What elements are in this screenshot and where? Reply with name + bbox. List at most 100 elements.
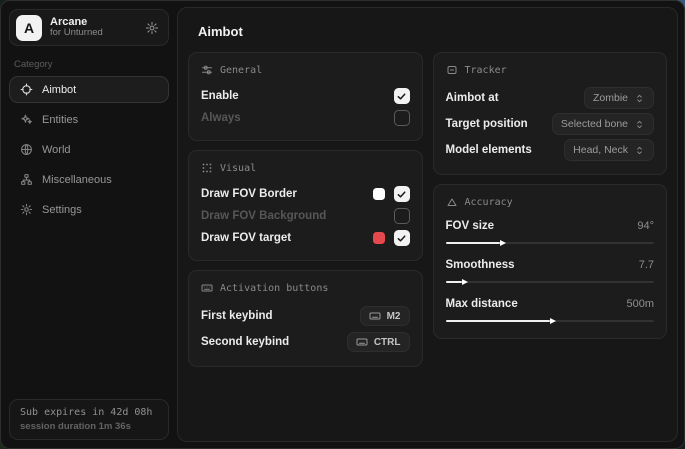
- target-position-select[interactable]: Selected bone: [552, 113, 654, 135]
- general-card: General Enable Always: [188, 52, 423, 141]
- aimbot-at-select[interactable]: Zombie: [584, 87, 654, 109]
- fov-border-checkbox[interactable]: [394, 186, 410, 202]
- category-label: Category: [14, 59, 164, 70]
- always-checkbox[interactable]: [394, 110, 410, 126]
- tracker-card: Tracker Aimbot at Zombie Target position: [433, 52, 668, 175]
- setting-label: Enable: [201, 90, 394, 102]
- setting-row-fov-background: Draw FOV Background: [201, 205, 410, 227]
- max-distance-slider[interactable]: [446, 317, 655, 325]
- slider-fill: [446, 281, 463, 283]
- keyboard-icon: [356, 336, 368, 348]
- sidebar-item-label: World: [42, 144, 71, 156]
- setting-label: Draw FOV target: [201, 232, 373, 244]
- fov-target-color-swatch[interactable]: [373, 232, 385, 244]
- setting-row-first-keybind: First keybind M2: [201, 303, 410, 329]
- activation-card: Activation buttons First keybind M2 Seco…: [188, 270, 423, 367]
- keyboard-icon: [201, 282, 213, 294]
- setting-label: FOV size: [446, 220, 638, 232]
- chevrons-up-down-icon: [634, 119, 645, 130]
- sidebar-item-settings[interactable]: Settings: [9, 196, 169, 223]
- right-column: Tracker Aimbot at Zombie Target position: [433, 52, 668, 339]
- globe-icon: [20, 143, 33, 156]
- triangle-icon: [446, 196, 458, 208]
- slider-thumb[interactable]: [550, 318, 556, 324]
- page-title: Aimbot: [198, 24, 667, 39]
- select-value: Zombie: [593, 92, 628, 104]
- subscription-card: Sub expires in 42d 08h session duration …: [9, 399, 169, 440]
- setting-row-aimbot-at: Aimbot at Zombie: [446, 85, 655, 111]
- keybind-value: M2: [387, 311, 401, 322]
- keyboard-icon: [369, 310, 381, 322]
- subscription-expiry: Sub expires in 42d 08h: [20, 407, 158, 418]
- sidebar-item-label: Entities: [42, 114, 78, 126]
- sidebar-item-world[interactable]: World: [9, 136, 169, 163]
- activation-card-header: Activation buttons: [201, 282, 410, 294]
- fov-border-color-swatch[interactable]: [373, 188, 385, 200]
- sidebar-nav: Aimbot Entities World Miscellaneous: [9, 76, 169, 223]
- setting-row-second-keybind: Second keybind CTRL: [201, 329, 410, 355]
- session-duration: session duration 1m 36s: [20, 421, 158, 432]
- gear-icon: [20, 203, 33, 216]
- setting-group-fov-size: FOV size 94°: [446, 217, 655, 247]
- smoothness-slider[interactable]: [446, 278, 655, 286]
- first-keybind-button[interactable]: M2: [360, 306, 410, 326]
- fov-target-checkbox[interactable]: [394, 230, 410, 246]
- setting-label: Always: [201, 112, 394, 124]
- fov-background-checkbox[interactable]: [394, 208, 410, 224]
- setting-group-max-distance: Max distance 500m: [446, 295, 655, 325]
- app-subtitle: for Unturned: [50, 28, 137, 39]
- setting-label: Model elements: [446, 144, 565, 156]
- section-title: Tracker: [465, 65, 507, 76]
- sidebar-item-label: Aimbot: [42, 84, 76, 96]
- setting-row-always: Always: [201, 107, 410, 129]
- second-keybind-button[interactable]: CTRL: [347, 332, 410, 352]
- setting-label: Max distance: [446, 298, 627, 310]
- setting-row-fov-target: Draw FOV target: [201, 227, 410, 249]
- chevrons-up-down-icon: [634, 93, 645, 104]
- slider-fill: [446, 320, 550, 322]
- max-distance-value: 500m: [626, 298, 654, 310]
- setting-row-enable: Enable: [201, 85, 410, 107]
- fov-size-value: 94°: [637, 220, 654, 232]
- slider-thumb[interactable]: [462, 279, 468, 285]
- model-elements-select[interactable]: Head, Neck: [564, 139, 654, 161]
- sparkles-icon: [20, 113, 33, 126]
- keybind-value: CTRL: [374, 337, 401, 348]
- gear-icon[interactable]: [145, 21, 159, 35]
- setting-row-model-elements: Model elements Head, Neck: [446, 137, 655, 163]
- setting-group-smoothness: Smoothness 7.7: [446, 256, 655, 286]
- general-card-header: General: [201, 64, 410, 76]
- section-title: General: [220, 65, 262, 76]
- slider-thumb[interactable]: [500, 240, 506, 246]
- select-value: Selected bone: [561, 118, 628, 130]
- app-title-block: Arcane for Unturned: [50, 16, 137, 40]
- setting-label: Draw FOV Border: [201, 188, 373, 200]
- setting-label: Second keybind: [201, 336, 347, 348]
- sidebar-item-aimbot[interactable]: Aimbot: [9, 76, 169, 103]
- hierarchy-icon: [20, 173, 33, 186]
- chevrons-up-down-icon: [634, 145, 645, 156]
- slider-track: [446, 281, 655, 283]
- sidebar: A Arcane for Unturned Category Aimbot: [1, 1, 177, 448]
- setting-label: Draw FOV Background: [201, 210, 394, 222]
- app-logo: A: [16, 15, 42, 41]
- select-value: Head, Neck: [573, 144, 628, 156]
- tracker-card-header: Tracker: [446, 64, 655, 76]
- accuracy-card: Accuracy FOV size 94°: [433, 184, 668, 339]
- visual-card: Visual Draw FOV Border Draw FOV Backgrou…: [188, 150, 423, 261]
- sidebar-item-label: Settings: [42, 204, 82, 216]
- content-columns: General Enable Always: [188, 52, 667, 367]
- setting-row-target-position: Target position Selected bone: [446, 111, 655, 137]
- sliders-icon: [201, 64, 213, 76]
- sidebar-item-label: Miscellaneous: [42, 174, 112, 186]
- section-title: Accuracy: [465, 197, 513, 208]
- crosshair-icon: [20, 83, 33, 96]
- enable-checkbox[interactable]: [394, 88, 410, 104]
- section-title: Activation buttons: [220, 283, 328, 294]
- fov-size-slider[interactable]: [446, 239, 655, 247]
- sidebar-item-miscellaneous[interactable]: Miscellaneous: [9, 166, 169, 193]
- sidebar-item-entities[interactable]: Entities: [9, 106, 169, 133]
- left-column: General Enable Always: [188, 52, 423, 367]
- setting-label: Aimbot at: [446, 92, 584, 104]
- setting-row-fov-border: Draw FOV Border: [201, 183, 410, 205]
